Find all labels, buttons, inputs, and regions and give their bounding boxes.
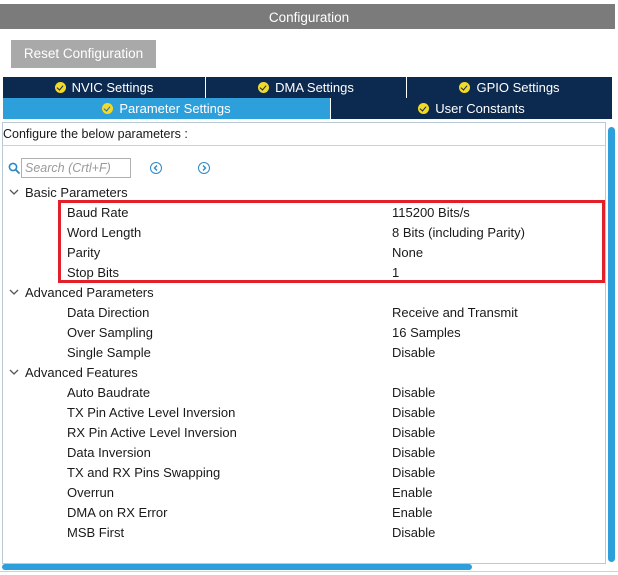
tab-label: DMA Settings bbox=[275, 80, 354, 95]
horizontal-scrollbar-thumb[interactable] bbox=[2, 564, 472, 570]
tab-label: GPIO Settings bbox=[476, 80, 560, 95]
param-row-data-direction[interactable]: Data Direction Receive and Transmit bbox=[67, 302, 587, 322]
param-value: Disable bbox=[392, 445, 436, 460]
chevron-down-icon bbox=[9, 189, 19, 195]
param-name: Data Inversion bbox=[67, 445, 151, 460]
bottom-divider bbox=[0, 571, 618, 572]
param-name: Auto Baudrate bbox=[67, 385, 151, 400]
window-title: Configuration bbox=[268, 10, 350, 25]
vertical-scrollbar-thumb[interactable] bbox=[608, 127, 615, 562]
param-row-overrun[interactable]: Overrun Enable bbox=[67, 482, 587, 502]
param-row-pins-swapping[interactable]: TX and RX Pins Swapping Disable bbox=[67, 462, 587, 482]
tab-nvic-settings[interactable]: NVIC Settings bbox=[3, 77, 205, 98]
param-row-over-sampling[interactable]: Over Sampling 16 Samples bbox=[67, 322, 587, 342]
reset-configuration-button[interactable]: Reset Configuration bbox=[11, 40, 156, 68]
param-value: Disable bbox=[392, 425, 436, 440]
group-label: Advanced Parameters bbox=[25, 284, 154, 300]
group-label: Basic Parameters bbox=[25, 184, 128, 200]
param-name: Data Direction bbox=[67, 305, 150, 320]
title-bar: Configuration bbox=[0, 0, 618, 29]
param-name: Parity bbox=[67, 245, 101, 260]
param-name: Stop Bits bbox=[67, 265, 120, 280]
param-row-single-sample[interactable]: Single Sample Disable bbox=[67, 342, 587, 362]
tab-gpio-settings[interactable]: GPIO Settings bbox=[407, 77, 612, 98]
param-value: 1 bbox=[392, 265, 400, 280]
param-value: 115200 Bits/s bbox=[392, 205, 470, 220]
chevron-down-icon bbox=[9, 289, 19, 295]
param-name: Overrun bbox=[67, 485, 114, 500]
group-advanced-parameters[interactable]: Advanced Parameters bbox=[8, 282, 154, 302]
param-value: 8 Bits (including Parity) bbox=[392, 225, 525, 240]
param-row-dma-rx-error[interactable]: DMA on RX Error Enable bbox=[67, 502, 587, 522]
param-row-msb-first[interactable]: MSB First Disable bbox=[67, 522, 587, 542]
param-value: Disable bbox=[392, 345, 436, 360]
param-row-data-inversion[interactable]: Data Inversion Disable bbox=[67, 442, 587, 462]
group-basic-parameters[interactable]: Basic Parameters bbox=[8, 182, 128, 202]
tab-label: User Constants bbox=[435, 101, 525, 116]
chevron-right-icon bbox=[202, 165, 207, 171]
param-row-auto-baudrate[interactable]: Auto Baudrate Disable bbox=[67, 382, 587, 402]
param-name: RX Pin Active Level Inversion bbox=[67, 425, 237, 440]
param-name: TX Pin Active Level Inversion bbox=[67, 405, 236, 420]
tab-label: Parameter Settings bbox=[119, 101, 231, 116]
param-value: Disable bbox=[392, 465, 436, 480]
chevron-down-icon bbox=[9, 369, 19, 375]
divider bbox=[2, 145, 606, 146]
group-label: Advanced Features bbox=[25, 364, 138, 380]
search-next-button[interactable] bbox=[198, 162, 210, 174]
tab-dma-settings[interactable]: DMA Settings bbox=[206, 77, 406, 98]
param-value: Disable bbox=[392, 405, 436, 420]
param-name: Word Length bbox=[67, 225, 142, 240]
param-row-tx-pin-inversion[interactable]: TX Pin Active Level Inversion Disable bbox=[67, 402, 587, 422]
check-icon bbox=[459, 82, 471, 93]
param-name: TX and RX Pins Swapping bbox=[67, 465, 221, 480]
search-input[interactable] bbox=[21, 158, 131, 178]
param-row-rx-pin-inversion[interactable]: RX Pin Active Level Inversion Disable bbox=[67, 422, 587, 442]
param-name: Single Sample bbox=[67, 345, 151, 360]
search-previous-button[interactable] bbox=[150, 162, 162, 174]
param-row-stop-bits[interactable]: Stop Bits 1 bbox=[67, 262, 587, 282]
check-icon bbox=[54, 82, 66, 93]
param-value: Disable bbox=[392, 385, 436, 400]
param-value: 16 Samples bbox=[392, 325, 461, 340]
tab-user-constants[interactable]: User Constants bbox=[331, 98, 612, 119]
param-value: Disable bbox=[392, 525, 436, 540]
panel-description: Configure the below parameters : bbox=[3, 127, 188, 141]
group-advanced-features[interactable]: Advanced Features bbox=[8, 362, 138, 382]
param-name: MSB First bbox=[67, 525, 125, 540]
param-name: Over Sampling bbox=[67, 325, 153, 340]
tab-label: NVIC Settings bbox=[71, 80, 154, 95]
search-icon bbox=[8, 162, 20, 174]
param-value: Receive and Transmit bbox=[392, 305, 518, 320]
param-row-word-length[interactable]: Word Length 8 Bits (including Parity) bbox=[67, 222, 587, 242]
chevron-left-icon bbox=[153, 165, 158, 171]
param-name: DMA on RX Error bbox=[67, 505, 168, 520]
param-row-parity[interactable]: Parity None bbox=[67, 242, 587, 262]
check-icon bbox=[258, 82, 270, 93]
tab-parameter-settings[interactable]: Parameter Settings bbox=[3, 98, 330, 119]
param-value: Enable bbox=[392, 485, 433, 500]
param-row-baud-rate[interactable]: Baud Rate 115200 Bits/s bbox=[67, 202, 587, 222]
param-value: Enable bbox=[392, 505, 433, 520]
param-value: None bbox=[392, 245, 424, 260]
check-icon bbox=[418, 103, 430, 114]
param-name: Baud Rate bbox=[67, 205, 129, 220]
check-icon bbox=[102, 103, 114, 114]
